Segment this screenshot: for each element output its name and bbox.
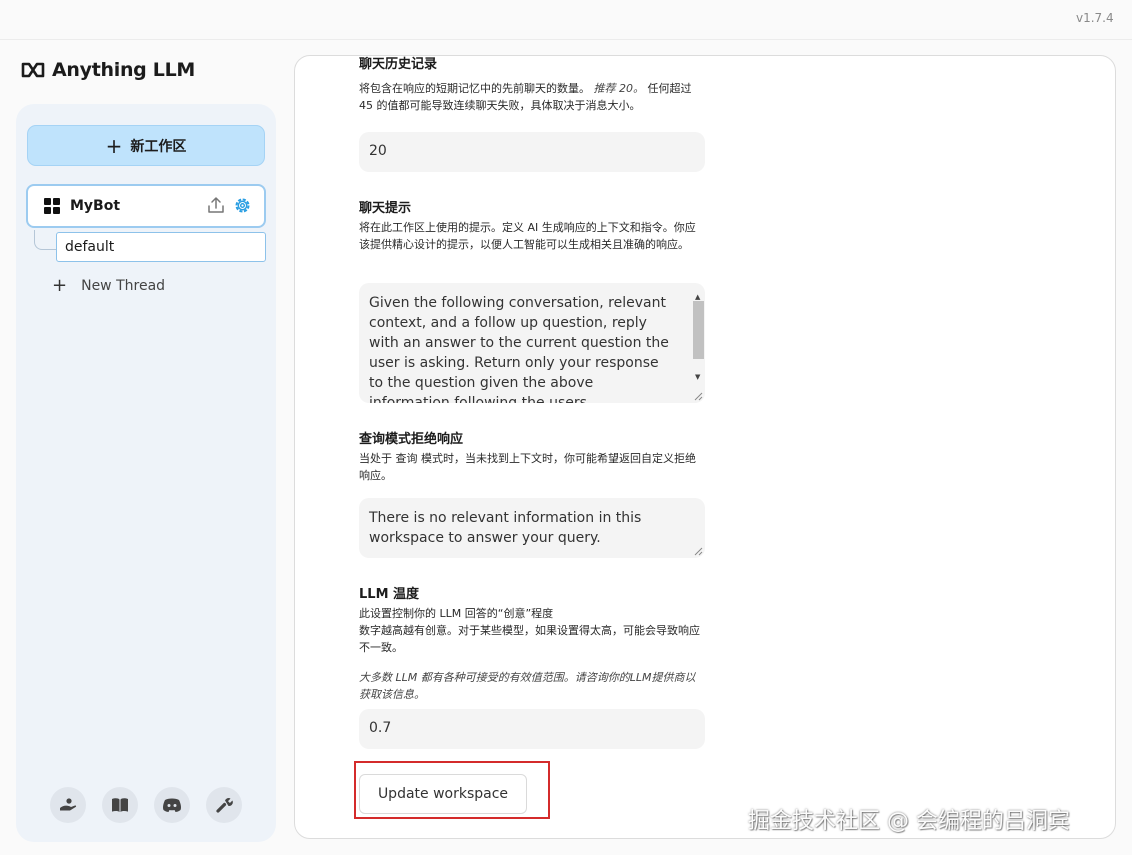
- refusal-description: 当处于 查询 模式时，当未找到上下文时，你可能希望返回自定义拒绝响应。: [359, 452, 696, 482]
- prompt-scrollbar[interactable]: ▲ ▼: [691, 285, 705, 401]
- scroll-thumb[interactable]: [693, 301, 704, 359]
- temperature-title: LLM 温度: [359, 587, 420, 602]
- scroll-down-arrow-icon[interactable]: ▼: [695, 367, 700, 387]
- history-input[interactable]: 20: [359, 132, 705, 172]
- upload-icon[interactable]: [207, 196, 225, 214]
- top-divider: [0, 39, 1132, 40]
- anything-llm-logo-icon: [21, 62, 45, 78]
- new-thread-label: New Thread: [81, 278, 166, 294]
- history-description: 将包含在响应的短期记忆中的先前聊天的数量。 推荐 20。 任何超过 45 的值都…: [359, 82, 692, 112]
- new-thread-button[interactable]: + New Thread: [52, 277, 165, 295]
- app-logo[interactable]: Anything LLM: [20, 59, 195, 81]
- history-title: 聊天历史记录: [359, 57, 438, 72]
- plus-icon: +: [52, 275, 68, 296]
- prompt-description: 将在此工作区上使用的提示。定义 AI 生成响应的上下文和指令。你应该提供精心设计…: [359, 221, 696, 251]
- workspace-name: MyBot: [70, 198, 121, 214]
- logo-text: Anything LLM: [52, 59, 196, 81]
- discord-icon[interactable]: [154, 787, 190, 823]
- resize-grip-icon[interactable]: [693, 391, 703, 401]
- new-workspace-label: 新工作区: [130, 138, 187, 155]
- watermark-text: 掘金技术社区 @ 会编程的吕洞宾: [748, 809, 1070, 834]
- thread-connector: [34, 230, 56, 250]
- temperature-description-line1: 此设置控制你的 LLM 回答的“创意”程度: [359, 607, 554, 620]
- grid-icon: [44, 198, 60, 214]
- settings-panel: 聊天历史记录 将包含在响应的短期记忆中的先前聊天的数量。 推荐 20。 任何超过…: [294, 55, 1116, 839]
- prompt-text: Given the following conversation, releva…: [369, 295, 669, 403]
- book-icon[interactable]: [102, 787, 138, 823]
- resize-grip-icon[interactable]: [693, 546, 703, 556]
- gear-icon[interactable]: [233, 196, 252, 215]
- wrench-icon[interactable]: [206, 787, 242, 823]
- community-icon[interactable]: [50, 787, 86, 823]
- workspace-item-mybot[interactable]: MyBot: [26, 184, 266, 228]
- version-label: v1.7.4: [1076, 11, 1114, 25]
- prompt-textarea[interactable]: Given the following conversation, releva…: [359, 283, 705, 403]
- temperature-input[interactable]: 0.7: [359, 709, 705, 749]
- temperature-description-line2: 数字越高越有创意。对于某些模型，如果设置得太高，可能会导致响应不一致。: [359, 624, 700, 654]
- plus-icon: +: [105, 133, 123, 158]
- refusal-title: 查询模式拒绝响应: [359, 432, 464, 447]
- highlight-box: [354, 761, 550, 819]
- refusal-textarea[interactable]: There is no relevant information in this…: [359, 498, 705, 558]
- prompt-title: 聊天提示: [359, 201, 412, 216]
- sidebar: + 新工作区 MyBot default + New Thread: [16, 104, 276, 842]
- new-workspace-button[interactable]: + 新工作区: [27, 125, 265, 166]
- temperature-note: 大多数 LLM 都有各种可接受的有效值范围。请咨询你的LLM提供商以获取该信息。: [359, 671, 696, 701]
- thread-item-default[interactable]: default: [56, 232, 266, 262]
- refusal-text: There is no relevant information in this…: [369, 510, 642, 546]
